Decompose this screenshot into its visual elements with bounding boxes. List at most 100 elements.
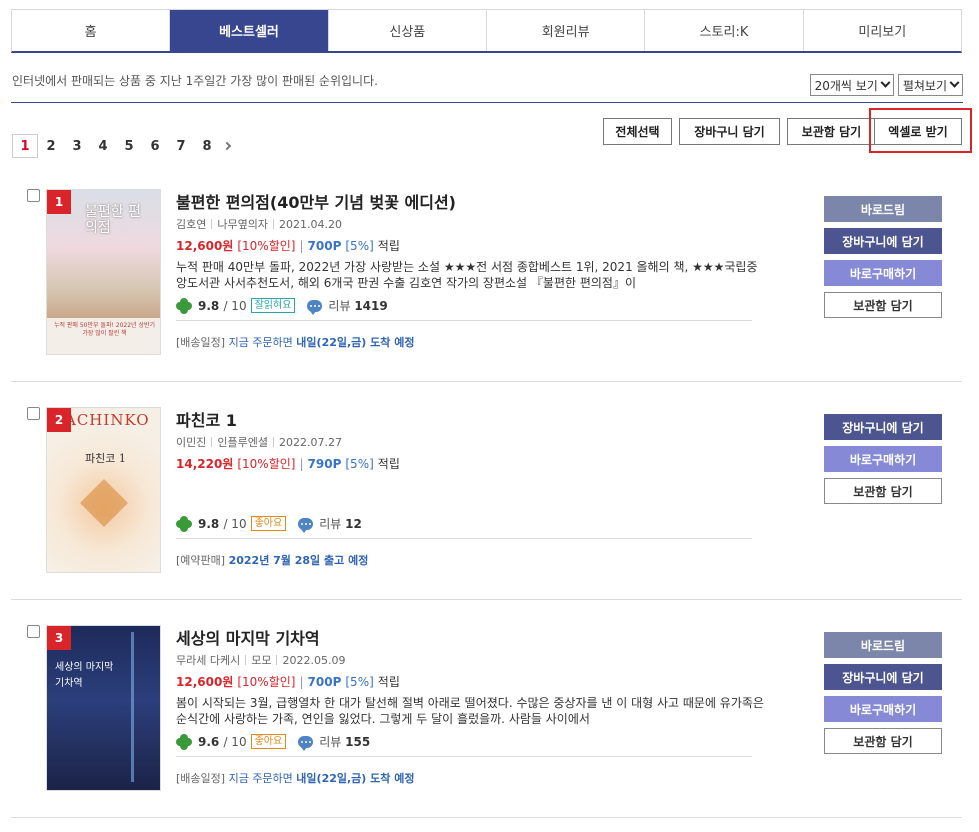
discount-rate: [10%할인] <box>237 457 296 471</box>
review-label: 리뷰 <box>328 299 351 313</box>
page-7[interactable]: 7 <box>168 134 194 158</box>
item-checkbox[interactable] <box>27 189 40 202</box>
review-count[interactable]: 리뷰 1419 <box>328 297 387 314</box>
view-options: 20개씩 보기 펼쳐보기 <box>809 74 963 96</box>
sale-price: 14,220원 <box>176 457 234 471</box>
book-cover[interactable]: 3 세상의 마지막 기차역 <box>46 625 161 791</box>
rating-row: 9.8 / 10 잘읽혀요 리뷰 1419 <box>176 297 752 321</box>
points-rate: [5%] <box>345 674 374 689</box>
author[interactable]: 무라세 다케시 <box>176 652 240 668</box>
rating-score: 9.6 / 10 <box>198 735 247 749</box>
accrual-label: 적립 <box>377 239 400 253</box>
price-row: 12,600원 [10%할인] | 700P [5%] 적립 <box>176 674 400 690</box>
review-count[interactable]: 리뷰 12 <box>319 515 362 532</box>
publisher[interactable]: 인플루엔셜 <box>217 434 268 450</box>
author[interactable]: 김호연 <box>176 216 206 232</box>
shipping-info: [예약판매] 2022년 7월 28일 출고 예정 <box>176 552 368 568</box>
tab-bestseller[interactable]: 베스트셀러 <box>170 10 329 51</box>
cover-title: ACHINKO <box>65 411 150 429</box>
add-cart-button[interactable]: 장바구니 담기 <box>679 118 780 145</box>
score-value: 9.6 <box>198 734 220 749</box>
add-to-cart-button[interactable]: 장바구니에 담기 <box>824 228 942 254</box>
buy-now-button[interactable]: 바로구매하기 <box>824 260 942 286</box>
item-divider <box>11 381 962 382</box>
view-mode-select[interactable]: 펼쳐보기 <box>897 74 963 96</box>
book-cover[interactable]: 2 ACHINKO 파친코 1 <box>46 407 161 573</box>
clover-icon <box>176 733 192 750</box>
score-max: / 10 <box>223 516 247 531</box>
shipping-label: [배송일정] <box>176 336 226 349</box>
review-bubble-icon <box>298 735 314 751</box>
buy-now-button[interactable]: 바로구매하기 <box>824 696 942 722</box>
review-label: 리뷰 <box>319 517 342 531</box>
author[interactable]: 이민진 <box>176 434 206 450</box>
chevron-down-icon <box>949 77 960 88</box>
next-page-icon[interactable] <box>220 134 234 158</box>
wishlist-button[interactable]: 보관함 담기 <box>824 728 942 754</box>
tab-reviews[interactable]: 회원리뷰 <box>486 10 646 51</box>
item-checkbox[interactable] <box>27 407 40 420</box>
book-cover[interactable]: 1 불편한 편의점 누적 판매 50만부 돌파! 2022년 상반기 가장 많이… <box>46 189 161 355</box>
review-count[interactable]: 리뷰 155 <box>319 733 370 750</box>
publish-date: 2022.07.27 <box>278 435 342 449</box>
book-description: 누적 판매 40만부 돌파, 2022년 가장 사랑받는 소설 ★★★전 서점 … <box>176 260 758 290</box>
shipping-text: 지금 주문하면 <box>228 336 293 349</box>
page-6[interactable]: 6 <box>142 134 168 158</box>
pickup-button[interactable]: 바로드림 <box>824 196 942 222</box>
page-4[interactable]: 4 <box>90 134 116 158</box>
view-count-select[interactable]: 20개씩 보기 <box>809 74 894 96</box>
review-number: 155 <box>345 735 371 749</box>
tab-preview[interactable]: 미리보기 <box>803 10 961 51</box>
book-meta: 이민진 인플루엔셜 2022.07.27 <box>176 434 342 450</box>
discount-rate: [10%할인] <box>237 675 296 689</box>
rating-row: 9.6 / 10 좋아요 리뷰 155 <box>176 733 752 757</box>
publish-date: 2022.05.09 <box>282 653 346 667</box>
pickup-button[interactable]: 바로드림 <box>824 632 942 658</box>
shipping-label: [배송일정] <box>176 772 226 785</box>
item-divider <box>11 599 962 600</box>
rating-score: 9.8 / 10 <box>198 517 247 531</box>
page-2[interactable]: 2 <box>38 134 64 158</box>
tab-home[interactable]: 홈 <box>12 10 171 51</box>
add-to-cart-button[interactable]: 장바구니에 담기 <box>824 414 942 440</box>
cover-subtitle: 누적 판매 50만부 돌파! 2022년 상반기 가장 많이 팔린 책 <box>53 322 156 337</box>
pagination: 1 2 3 4 5 6 7 8 <box>12 134 234 158</box>
wishlist-button[interactable]: 보관함 담기 <box>824 478 942 504</box>
book-meta: 무라세 다케시 모모 2022.05.09 <box>176 652 345 668</box>
rating-row: 9.8 / 10 좋아요 리뷰 12 <box>176 515 752 539</box>
tab-story[interactable]: 스토리:K <box>645 10 804 51</box>
review-number: 1419 <box>354 299 388 313</box>
page-8[interactable]: 8 <box>194 134 220 158</box>
wishlist-button[interactable]: 보관함 담기 <box>824 292 942 318</box>
discount-rate: [10%할인] <box>237 239 296 253</box>
review-tag-badge: 좋아요 <box>250 516 287 531</box>
page-1[interactable]: 1 <box>12 134 38 158</box>
score-max: / 10 <box>223 298 247 313</box>
light-ray-graphic <box>131 632 134 782</box>
view-count-value: 20개씩 보기 <box>814 78 878 93</box>
buy-now-button[interactable]: 바로구매하기 <box>824 446 942 472</box>
points: 700P <box>307 674 342 689</box>
points-rate: [5%] <box>345 456 374 471</box>
cover-subtitle: 파친코 1 <box>85 452 126 465</box>
publisher[interactable]: 나무옆의자 <box>217 216 268 232</box>
item-checkbox[interactable] <box>27 625 40 638</box>
review-number: 12 <box>345 517 362 531</box>
shipping-text: 지금 주문하면 <box>228 772 293 785</box>
publisher[interactable]: 모모 <box>251 652 271 668</box>
book-title[interactable]: 불편한 편의점(40만부 기념 벚꽃 에디션) <box>176 189 456 213</box>
clover-icon <box>176 297 192 314</box>
review-tag-badge: 잘읽혀요 <box>250 298 296 313</box>
tab-new[interactable]: 신상품 <box>328 10 487 51</box>
page-5[interactable]: 5 <box>116 134 142 158</box>
shipping-label: [예약판매] <box>176 554 226 567</box>
price-row: 14,220원 [10%할인] | 790P [5%] 적립 <box>176 456 400 472</box>
add-to-cart-button[interactable]: 장바구니에 담기 <box>824 664 942 690</box>
excel-download-button[interactable]: 엑셀로 받기 <box>874 118 962 145</box>
add-wishlist-button[interactable]: 보관함 담기 <box>787 118 876 145</box>
book-title[interactable]: 파친코 1 <box>176 407 237 431</box>
page-3[interactable]: 3 <box>64 134 90 158</box>
points-rate: [5%] <box>345 238 374 253</box>
book-title[interactable]: 세상의 마지막 기차역 <box>176 625 320 649</box>
select-all-button[interactable]: 전체선택 <box>603 118 672 145</box>
